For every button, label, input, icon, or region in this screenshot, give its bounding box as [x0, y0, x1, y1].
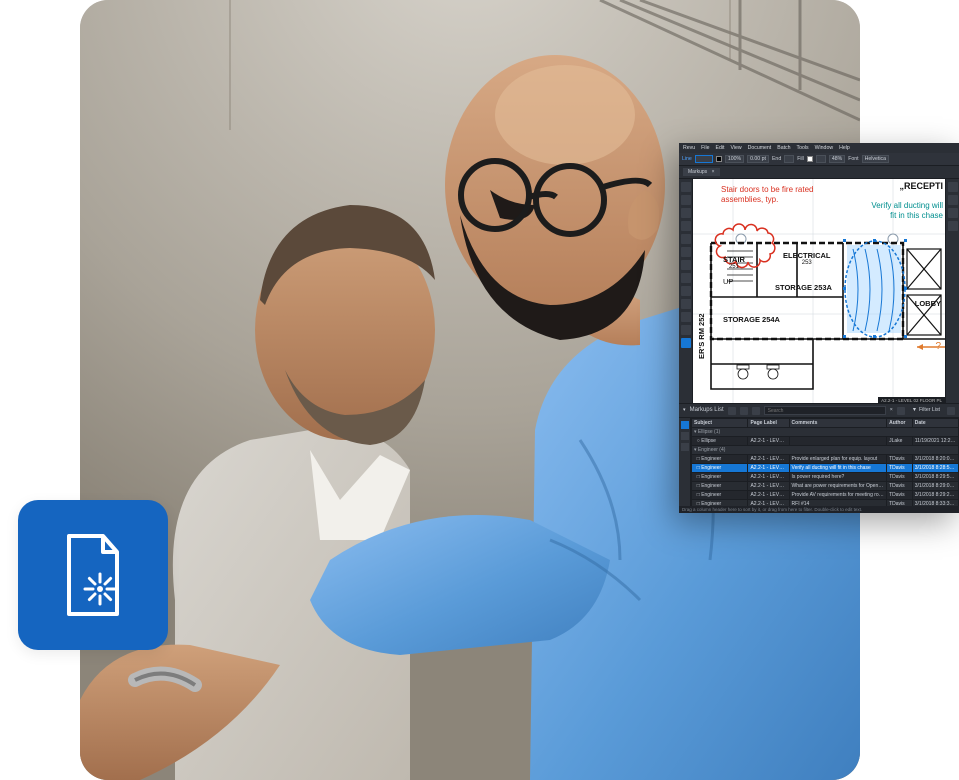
panel-layers-icon[interactable] — [681, 234, 691, 244]
menu-file[interactable]: File — [701, 145, 709, 151]
right-panel-icon[interactable] — [948, 195, 958, 205]
menu-view[interactable]: View — [730, 145, 741, 151]
annotation-green-text[interactable]: Verify all ducting will fit in this chas… — [863, 201, 943, 220]
table-row[interactable]: □ Engineer A2.2-1 - LEVE...What are powe… — [692, 482, 959, 491]
col-date[interactable]: Date — [912, 419, 958, 428]
opacity-field[interactable]: 48% — [829, 155, 845, 163]
col-page[interactable]: Page Label — [748, 419, 789, 428]
markups-tool-icon[interactable] — [752, 407, 760, 415]
markups-table[interactable]: Subject Page Label Comments Author Date … — [691, 418, 959, 506]
markups-columns-icon[interactable] — [897, 407, 905, 415]
document-tab-strip: Markups × — [679, 166, 959, 179]
markups-tool-icon[interactable] — [740, 407, 748, 415]
menu-window[interactable]: Window — [815, 145, 833, 151]
panel-spaces-icon[interactable] — [681, 299, 691, 309]
panel-markups-icon[interactable] — [681, 338, 691, 348]
group-engineer[interactable]: ▾ Engineer (4) — [692, 446, 959, 455]
markups-title: Markups List — [690, 407, 724, 414]
menu-edit[interactable]: Edit — [715, 145, 724, 151]
room-storage-b: STORAGE 254A — [723, 315, 780, 324]
right-panel-icon[interactable] — [948, 221, 958, 231]
markups-attach-icon[interactable] — [728, 407, 736, 415]
col-comments[interactable]: Comments — [789, 419, 887, 428]
zoom-field[interactable]: 100% — [725, 155, 744, 163]
question-mark-icon[interactable]: ? — [935, 341, 941, 353]
room-lobby: LOBBY — [915, 299, 941, 308]
filter-list-button[interactable]: ▼ Filter List — [909, 407, 943, 413]
chevron-down-icon[interactable]: ▾ — [683, 407, 686, 413]
panel-measure-icon[interactable] — [681, 247, 691, 257]
document-processing-tile — [18, 500, 168, 650]
markups-view-other-icon[interactable] — [681, 432, 689, 440]
panel-sets-icon[interactable] — [681, 312, 691, 322]
table-row[interactable]: □ Engineer A2.2-1 - LEVE...Is power requ… — [692, 473, 959, 482]
table-row[interactable]: ○ Ellipse A2.2-1 - LEVE... JLake 11/19/2… — [692, 437, 959, 446]
group-ellipse[interactable]: ▾ Ellipse (1) — [692, 428, 959, 437]
markups-export-icon[interactable] — [947, 407, 955, 415]
end-label: End — [772, 156, 781, 162]
markups-panel: ▾ Markups List × ▼ Filter List — [679, 403, 959, 513]
fill-hatch-dropdown[interactable] — [816, 155, 826, 163]
room-stair: STAIR 251 — [723, 255, 745, 271]
panel-bookmarks-icon[interactable] — [681, 195, 691, 205]
stair-up-label: UP — [723, 277, 733, 286]
table-row-selected[interactable]: □ Engineer A2.2-1 - LEVE...Verify all du… — [692, 464, 959, 473]
table-header-row: Subject Page Label Comments Author Date — [692, 419, 959, 428]
end-style-dropdown[interactable] — [784, 155, 794, 163]
font-label: Font — [848, 156, 858, 162]
funnel-icon: ▼ — [912, 407, 917, 413]
table-row[interactable]: □ Engineer A2.2-1 - LEVE...Provide AV re… — [692, 491, 959, 500]
annotation-red-text[interactable]: Stair doors to be fire rated assemblies,… — [721, 185, 831, 204]
panel-properties-icon[interactable] — [681, 208, 691, 218]
revu-app-window: Revu File Edit View Document Batch Tools… — [679, 143, 959, 513]
panel-signatures-icon[interactable] — [681, 273, 691, 283]
fill-label: Fill — [797, 156, 804, 162]
left-tool-rail — [679, 179, 693, 403]
drawing-canvas[interactable]: Stair doors to be fire rated assemblies,… — [693, 179, 945, 403]
menu-tools[interactable]: Tools — [797, 145, 809, 151]
room-electrical: ELECTRICAL 253 — [783, 251, 831, 267]
markups-toolbar: ▾ Markups List × ▼ Filter List — [679, 404, 959, 418]
room-reception: „RECEPTI — [899, 181, 943, 192]
right-panel-icon[interactable] — [948, 182, 958, 192]
right-panel-icon[interactable] — [948, 208, 958, 218]
panel-forms-icon[interactable] — [681, 260, 691, 270]
markups-search-input[interactable] — [764, 406, 886, 415]
document-tab[interactable]: Markups × — [683, 168, 720, 176]
line-style-label: Line — [682, 156, 692, 162]
toolbar-ribbon: Line 100% 0.00 pt End Fill 48% Font Helv… — [679, 153, 959, 166]
line-color-swatch[interactable] — [716, 156, 722, 162]
panel-links-icon[interactable] — [681, 286, 691, 296]
markups-view-list-icon[interactable] — [681, 421, 689, 429]
col-subject[interactable]: Subject — [692, 419, 748, 428]
font-dropdown[interactable]: Helvetica — [862, 155, 889, 163]
markups-side-rail — [679, 418, 691, 506]
markups-status-bar: Drag a column header here to sort by it,… — [679, 506, 959, 513]
close-icon[interactable]: × — [712, 169, 715, 175]
table-row[interactable]: □ Engineer A2.2-1 - LEVE...Provide enlar… — [692, 455, 959, 464]
menu-batch[interactable]: Batch — [777, 145, 790, 151]
panel-search-icon[interactable] — [681, 221, 691, 231]
room-ers-rm: ER'S RM 252 — [697, 314, 706, 360]
line-style-dropdown[interactable] — [695, 155, 713, 163]
markups-view-other-icon[interactable] — [681, 443, 689, 451]
menu-revu[interactable]: Revu — [683, 145, 695, 151]
right-tool-rail — [945, 179, 959, 403]
menu-bar[interactable]: Revu File Edit View Document Batch Tools… — [679, 143, 959, 153]
document-spark-icon — [57, 532, 129, 618]
page-number-badge: A2.2-1 - LEVEL 02 FLOOR PL — [878, 397, 945, 403]
col-author[interactable]: Author — [887, 419, 913, 428]
clear-search-icon[interactable]: × — [890, 407, 893, 413]
panel-studio-icon[interactable] — [681, 325, 691, 335]
menu-help[interactable]: Help — [839, 145, 850, 151]
panel-thumbnails-icon[interactable] — [681, 182, 691, 192]
weight-field[interactable]: 0.00 pt — [747, 155, 769, 163]
room-storage-a: STORAGE 253A — [775, 283, 832, 292]
fill-color-swatch[interactable] — [807, 156, 813, 162]
menu-document[interactable]: Document — [748, 145, 772, 151]
document-tab-label: Markups — [688, 169, 707, 175]
